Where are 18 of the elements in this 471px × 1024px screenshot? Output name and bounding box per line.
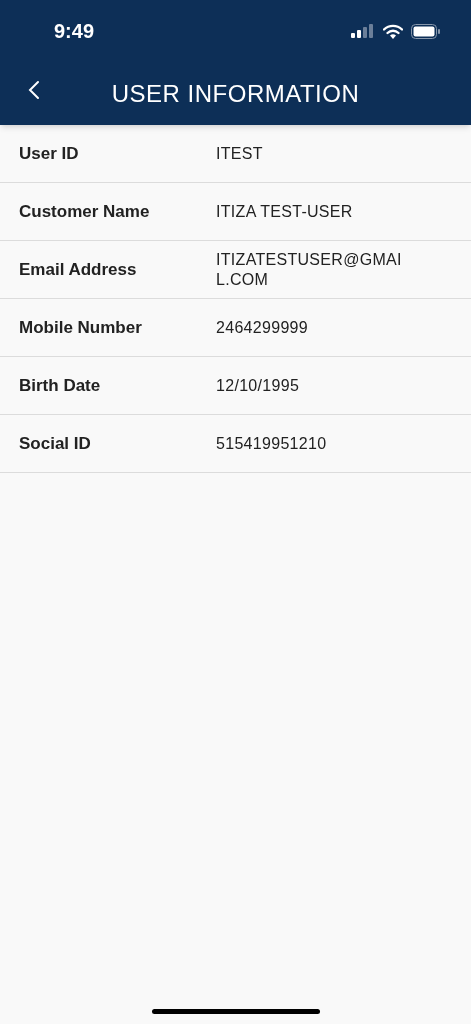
field-label: Email Address <box>18 258 138 281</box>
field-value: 12/10/1995 <box>216 375 301 396</box>
field-value: ITIZA TEST-USER <box>216 201 354 222</box>
page-title: USER INFORMATION <box>110 78 361 109</box>
field-label: Mobile Number <box>18 316 143 339</box>
field-value: ITIZATESTUSER@GMAIL.COM <box>216 249 403 290</box>
field-value: 2464299999 <box>216 317 309 338</box>
field-label: Birth Date <box>18 374 102 397</box>
battery-icon <box>411 23 441 39</box>
field-label: User ID <box>18 142 80 165</box>
field-label: Customer Name <box>18 200 151 223</box>
signal-icon <box>351 24 375 38</box>
status-time: 9:49 <box>54 19 95 44</box>
field-value: ITEST <box>216 143 264 164</box>
field-value: 515419951210 <box>216 433 328 454</box>
wifi-icon <box>383 23 403 39</box>
field-label: Social ID <box>18 432 92 455</box>
back-icon <box>28 80 40 100</box>
